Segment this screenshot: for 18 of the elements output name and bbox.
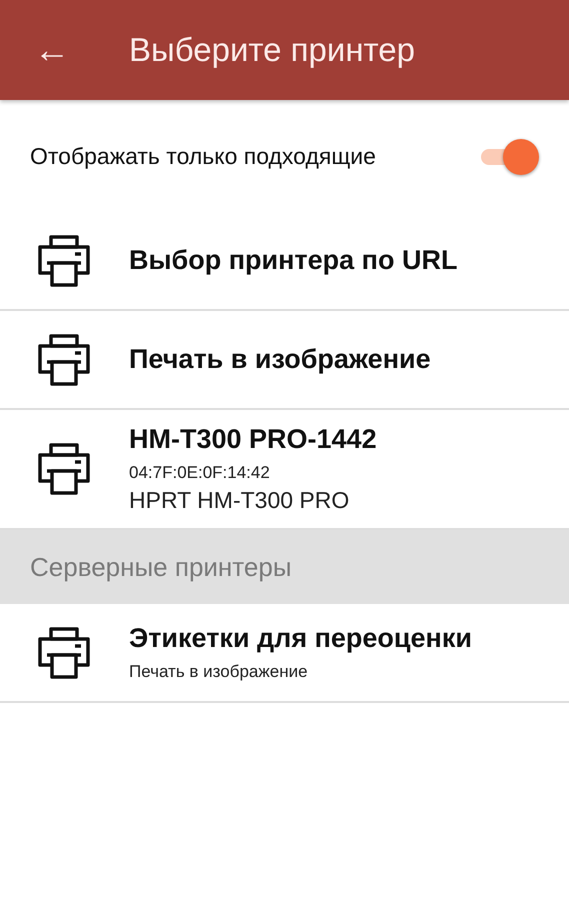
printer-name: Печать в изображение: [129, 344, 431, 375]
filter-label: Отображать только подходящие: [30, 142, 376, 170]
printer-list-item[interactable]: Печать в изображение: [0, 311, 569, 410]
printer-name: Этикетки для переоценки: [129, 623, 472, 654]
printer-list-item[interactable]: Выбор принтера по URL: [0, 212, 569, 311]
section-title: Серверные принтеры: [30, 552, 292, 582]
printer-model: HPRT HM-T300 PRO: [129, 487, 350, 514]
printer-icon: [37, 442, 91, 496]
printer-name: Выбор принтера по URL: [129, 245, 458, 276]
screen-title: Выберите принтер: [129, 31, 415, 69]
printer-detail: Печать в изображение: [129, 662, 309, 682]
printer-name: HM-T300 PRO-1442: [129, 424, 377, 455]
printer-detail: 04:7F:0E:0F:14:42: [129, 463, 271, 483]
printer-icon: [37, 234, 91, 288]
printer-icon: [37, 626, 91, 680]
printer-list-item[interactable]: Этикетки для переоценки Печать в изображение: [0, 604, 569, 703]
back-button[interactable]: ←: [34, 32, 94, 68]
printer-icon: [37, 332, 91, 386]
